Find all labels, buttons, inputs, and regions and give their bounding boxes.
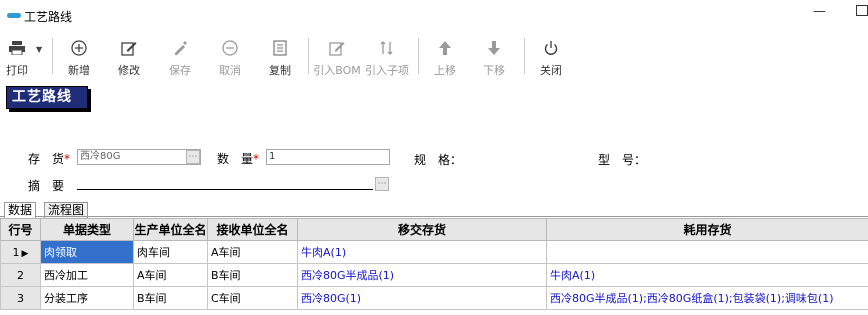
summary-field[interactable] (77, 189, 373, 190)
close-label: 关闭 (540, 64, 562, 77)
quantity-field[interactable]: 1 (266, 149, 390, 165)
copy-icon (265, 33, 295, 61)
receiver-cell[interactable]: A车间 (207, 240, 298, 264)
doc-type-cell[interactable]: 西冷加工 (40, 263, 134, 287)
tab-data[interactable]: 数据 (4, 202, 37, 218)
spec-label: 规 格： (414, 153, 463, 167)
power-icon (536, 33, 566, 61)
column-header-doc-type[interactable]: 单据类型 (40, 218, 134, 241)
consume-cell[interactable]: 牛肉A(1) (546, 263, 868, 287)
chevron-down-icon[interactable]: ▼ (36, 45, 42, 54)
minus-circle-icon (215, 33, 245, 61)
edit-button[interactable]: 修改 (114, 33, 144, 79)
transfer-cell[interactable]: 西冷80G(1) (297, 286, 547, 310)
toolbar-divider (418, 38, 419, 74)
app-logo-icon (7, 13, 21, 18)
producer-cell[interactable]: B车间 (133, 286, 208, 310)
arrow-up-icon (430, 33, 460, 61)
summary-lookup-button[interactable]: ⋯ (375, 177, 389, 191)
transfer-cell[interactable]: 西冷80G半成品(1) (297, 263, 547, 287)
inventory-value: 西冷80G (80, 151, 121, 162)
row-number: 1 (12, 245, 20, 259)
inventory-lookup-button[interactable]: ⋯ (186, 150, 200, 164)
current-row-icon: ▶ (21, 248, 29, 259)
tab-strip: 数据 流程图 (0, 198, 868, 218)
plus-circle-icon (64, 33, 94, 61)
arrow-down-icon (479, 33, 509, 61)
move-up-label: 上移 (434, 64, 456, 77)
toolbar: 打印 ▼ 新增 修改 保存 取消 复制 引入BOM 引入子项 上移 下移 关闭 (0, 33, 868, 79)
row-number-cell[interactable]: 1 ▶ (0, 240, 41, 264)
summary-label: 摘 要 (28, 179, 65, 193)
consume-cell[interactable] (546, 240, 868, 264)
save-label: 保存 (169, 64, 191, 77)
import-bom-button[interactable]: 引入BOM (313, 33, 361, 79)
receiver-cell[interactable]: B车间 (207, 263, 298, 287)
routing-grid: 行号 单据类型 生产单位全名 接收单位全名 移交存货 耗用存货 1 ▶ 肉领取 肉… (0, 218, 868, 310)
row-number-cell[interactable]: 3 (0, 286, 41, 310)
printer-icon (2, 33, 32, 61)
edit-icon (114, 33, 144, 61)
transfer-cell[interactable]: 牛肉A(1) (297, 240, 547, 264)
cancel-button[interactable]: 取消 (215, 33, 245, 79)
grid-header-row: 行号 单据类型 生产单位全名 接收单位全名 移交存货 耗用存货 (0, 218, 868, 241)
quantity-label: 数 量* (217, 152, 260, 166)
toolbar-divider (308, 38, 309, 74)
consume-cell[interactable]: 西冷80G半成品(1);西冷80G纸盒(1);包装袋(1);调味包(1) (546, 286, 868, 310)
doc-type-cell[interactable]: 分装工序 (40, 286, 134, 310)
import-subitem-label: 引入子项 (365, 64, 409, 77)
maximize-button[interactable] (856, 5, 868, 16)
add-label: 新增 (68, 64, 90, 77)
inventory-label: 存 货* (28, 152, 71, 166)
table-row[interactable]: 1 ▶ 肉领取 肉车间 A车间 牛肉A(1) (0, 240, 868, 264)
model-label: 型 号： (598, 153, 647, 167)
edit-label: 修改 (118, 64, 140, 77)
quantity-value: 1 (269, 151, 276, 162)
copy-label: 复制 (269, 64, 291, 77)
add-button[interactable]: 新增 (64, 33, 94, 79)
table-row[interactable]: 2 西冷加工 A车间 B车间 西冷80G半成品(1) 牛肉A(1) (0, 263, 868, 287)
toolbar-divider (524, 38, 525, 74)
producer-cell[interactable]: A车间 (133, 263, 208, 287)
column-header-transfer[interactable]: 移交存货 (297, 218, 547, 241)
print-label: 打印 (6, 64, 28, 77)
move-down-label: 下移 (483, 64, 505, 77)
toolbar-divider (52, 38, 53, 74)
save-icon (165, 33, 195, 61)
print-button[interactable]: 打印 (2, 33, 32, 79)
import-bom-label: 引入BOM (313, 64, 361, 77)
move-down-button[interactable]: 下移 (479, 33, 509, 79)
table-row[interactable]: 3 分装工序 B车间 C车间 西冷80G(1) 西冷80G半成品(1);西冷80… (0, 286, 868, 310)
doc-type-cell[interactable]: 肉领取 (40, 240, 134, 264)
title-bar: 工艺路线 — (0, 0, 868, 32)
import-subitem-button[interactable]: 引入子项 (363, 33, 411, 79)
column-header-consume[interactable]: 耗用存货 (546, 218, 868, 241)
inventory-field[interactable]: 西冷80G (77, 149, 201, 165)
tab-divider (0, 216, 868, 217)
producer-cell[interactable]: 肉车间 (133, 240, 208, 264)
column-header-row-no[interactable]: 行号 (0, 218, 41, 241)
column-header-producer[interactable]: 生产单位全名 (133, 218, 208, 241)
import-bom-icon (313, 33, 361, 61)
receiver-cell[interactable]: C车间 (207, 286, 298, 310)
page-title: 工艺路线 (6, 86, 88, 109)
save-button[interactable]: 保存 (165, 33, 195, 79)
window-title: 工艺路线 (24, 10, 73, 24)
copy-button[interactable]: 复制 (265, 33, 295, 79)
move-up-button[interactable]: 上移 (430, 33, 460, 79)
row-number-cell[interactable]: 2 (0, 263, 41, 287)
close-button[interactable]: 关闭 (536, 33, 566, 79)
minimize-button[interactable]: — (813, 4, 826, 19)
column-header-receiver[interactable]: 接收单位全名 (207, 218, 298, 241)
cancel-label: 取消 (219, 64, 241, 77)
import-subitem-icon (363, 33, 411, 61)
